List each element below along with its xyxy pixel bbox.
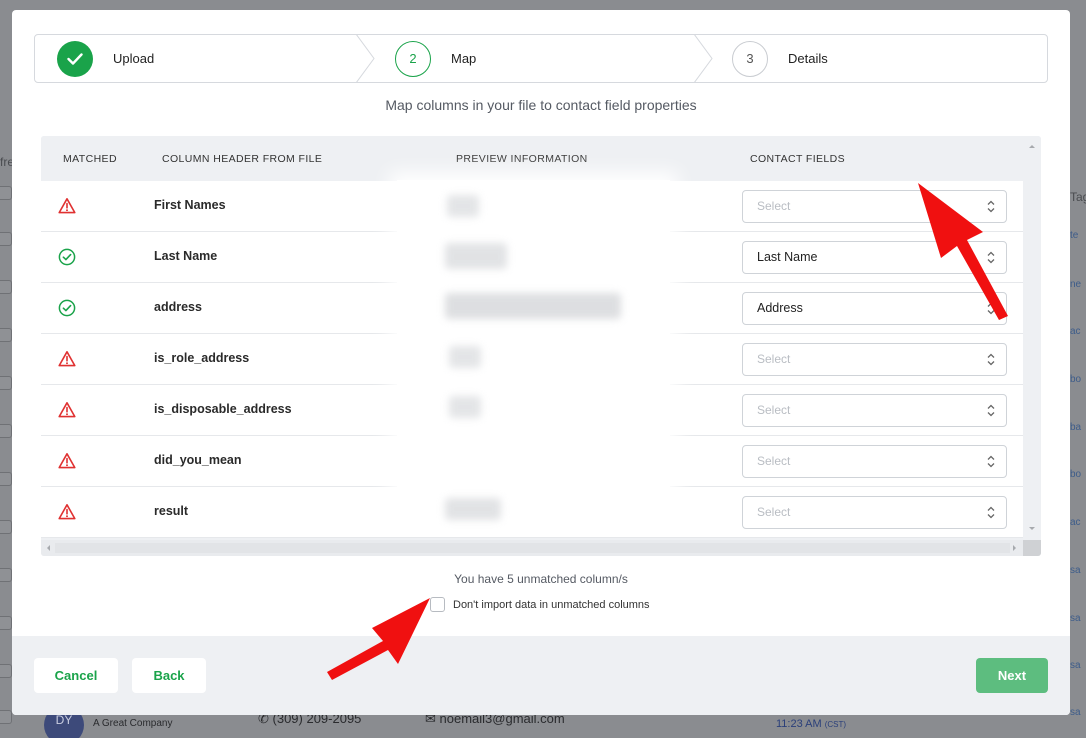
cancel-button[interactable]: Cancel bbox=[34, 658, 118, 693]
contact-field-value: Address bbox=[757, 301, 803, 315]
check-circle-icon bbox=[58, 299, 76, 317]
background-checkbox bbox=[0, 568, 12, 582]
warning-icon bbox=[58, 503, 76, 521]
contact-field-value: Select bbox=[757, 199, 791, 213]
scroll-up-icon[interactable] bbox=[1023, 140, 1041, 154]
background-time-value: 11:23 AM bbox=[776, 718, 822, 730]
scroll-left-icon[interactable] bbox=[44, 540, 54, 556]
import-mapping-modal: Upload 2 Map 3 Details Map columns in yo… bbox=[12, 10, 1070, 715]
contact-field-select[interactable]: Select bbox=[742, 343, 1007, 376]
step-separator-icon bbox=[694, 34, 713, 83]
background-tag: bo bbox=[1070, 374, 1082, 385]
column-header-name: result bbox=[154, 504, 189, 518]
scrollbar-corner bbox=[1023, 540, 1041, 556]
vertical-scrollbar[interactable] bbox=[1023, 136, 1041, 540]
horizontal-scrollbar[interactable] bbox=[41, 540, 1023, 556]
background-checkbox bbox=[0, 376, 12, 390]
background-checkbox bbox=[0, 520, 12, 534]
column-header-name: is_disposable_address bbox=[154, 402, 292, 416]
warning-icon bbox=[58, 452, 76, 470]
warning-icon bbox=[58, 350, 76, 368]
background-tag: sa bbox=[1070, 660, 1081, 671]
background-tag: sa bbox=[1070, 565, 1081, 576]
step-number-map: 2 bbox=[395, 40, 431, 77]
background-checkbox bbox=[0, 710, 12, 724]
step-label-details: Details bbox=[788, 51, 828, 66]
contact-field-value: Select bbox=[757, 403, 791, 417]
step-label-upload: Upload bbox=[113, 51, 155, 66]
column-header-name: did_you_mean bbox=[154, 453, 242, 467]
step-map[interactable]: 2 Map bbox=[395, 35, 476, 82]
contact-field-value: Last Name bbox=[757, 250, 818, 264]
scroll-right-icon[interactable] bbox=[1009, 540, 1019, 556]
background-checkbox bbox=[0, 616, 12, 630]
background-checkbox bbox=[0, 232, 12, 246]
contact-field-select[interactable]: Select bbox=[742, 394, 1007, 427]
background-tag: ac bbox=[1070, 517, 1081, 528]
background-tags-header: Tag bbox=[1070, 190, 1086, 204]
warning-icon bbox=[58, 197, 76, 215]
import-stepper: Upload 2 Map 3 Details bbox=[34, 34, 1048, 83]
column-header-name: is_role_address bbox=[154, 351, 250, 365]
annotation-arrow-icon bbox=[327, 598, 430, 680]
modal-footer: Cancel Back Next bbox=[12, 636, 1070, 715]
background-tag: ne bbox=[1070, 279, 1082, 290]
next-button[interactable]: Next bbox=[976, 658, 1048, 693]
contact-field-value: Select bbox=[757, 454, 791, 468]
contact-field-value: Select bbox=[757, 352, 791, 366]
background-tag: bo bbox=[1070, 469, 1082, 480]
step-upload[interactable]: Upload bbox=[57, 35, 154, 82]
check-circle-icon bbox=[58, 248, 76, 266]
blurred-preview bbox=[445, 498, 501, 520]
background-tag: ba bbox=[1070, 422, 1082, 433]
column-header-name: Last Name bbox=[154, 249, 218, 263]
background-tag: sa bbox=[1070, 707, 1081, 718]
step-separator-icon bbox=[356, 34, 375, 83]
horizontal-scroll-thumb[interactable] bbox=[55, 543, 1010, 553]
background-checkbox bbox=[0, 424, 12, 438]
annotation-arrow-icon bbox=[918, 183, 1008, 320]
column-header-name: address bbox=[154, 300, 202, 314]
background-time: 11:23 AM (CST) bbox=[776, 718, 846, 730]
blurred-preview bbox=[449, 346, 481, 368]
background-checkbox bbox=[0, 472, 12, 486]
step-details[interactable]: 3 Details bbox=[732, 35, 828, 82]
background-timezone: (CST) bbox=[824, 720, 847, 729]
column-header-name: First Names bbox=[154, 198, 226, 212]
header-contact-fields: CONTACT FIELDS bbox=[750, 153, 846, 165]
back-button[interactable]: Back bbox=[132, 658, 206, 693]
header-column-from-file: COLUMN HEADER FROM FILE bbox=[162, 153, 323, 165]
table-header: MATCHED COLUMN HEADER FROM FILE PREVIEW … bbox=[41, 136, 1023, 181]
header-matched: MATCHED bbox=[63, 153, 117, 165]
step-label-map: Map bbox=[451, 51, 477, 66]
page-subtitle: Map columns in your file to contact fiel… bbox=[385, 97, 697, 113]
background-company: A Great Company bbox=[93, 718, 173, 729]
blurred-preview bbox=[445, 243, 507, 269]
blurred-preview bbox=[445, 293, 621, 319]
contact-field-select[interactable]: Select bbox=[742, 496, 1007, 529]
background-checkbox bbox=[0, 328, 12, 342]
background-checkbox bbox=[0, 664, 12, 678]
background-checkbox bbox=[0, 280, 12, 294]
step-number-details: 3 bbox=[732, 40, 768, 77]
mapping-table: MATCHED COLUMN HEADER FROM FILE PREVIEW … bbox=[41, 136, 1041, 556]
skip-unmatched-option[interactable]: Don't import data in unmatched columns bbox=[430, 597, 650, 612]
contact-field-select[interactable]: Select bbox=[742, 445, 1007, 478]
background-checkbox bbox=[0, 186, 12, 200]
blurred-preview bbox=[447, 195, 479, 217]
contact-field-value: Select bbox=[757, 505, 791, 519]
background-tag: te bbox=[1070, 230, 1079, 241]
blurred-preview bbox=[449, 396, 481, 418]
preview-information-column bbox=[397, 180, 670, 520]
background-tag: sa bbox=[1070, 613, 1081, 624]
check-icon bbox=[57, 40, 93, 77]
unmatched-columns-count: You have 5 unmatched column/s bbox=[454, 572, 628, 586]
warning-icon bbox=[58, 401, 76, 419]
scroll-down-icon[interactable] bbox=[1023, 522, 1041, 536]
skip-unmatched-label: Don't import data in unmatched columns bbox=[453, 598, 650, 611]
background-tag: ac bbox=[1070, 326, 1081, 337]
header-preview: PREVIEW INFORMATION bbox=[456, 153, 588, 165]
